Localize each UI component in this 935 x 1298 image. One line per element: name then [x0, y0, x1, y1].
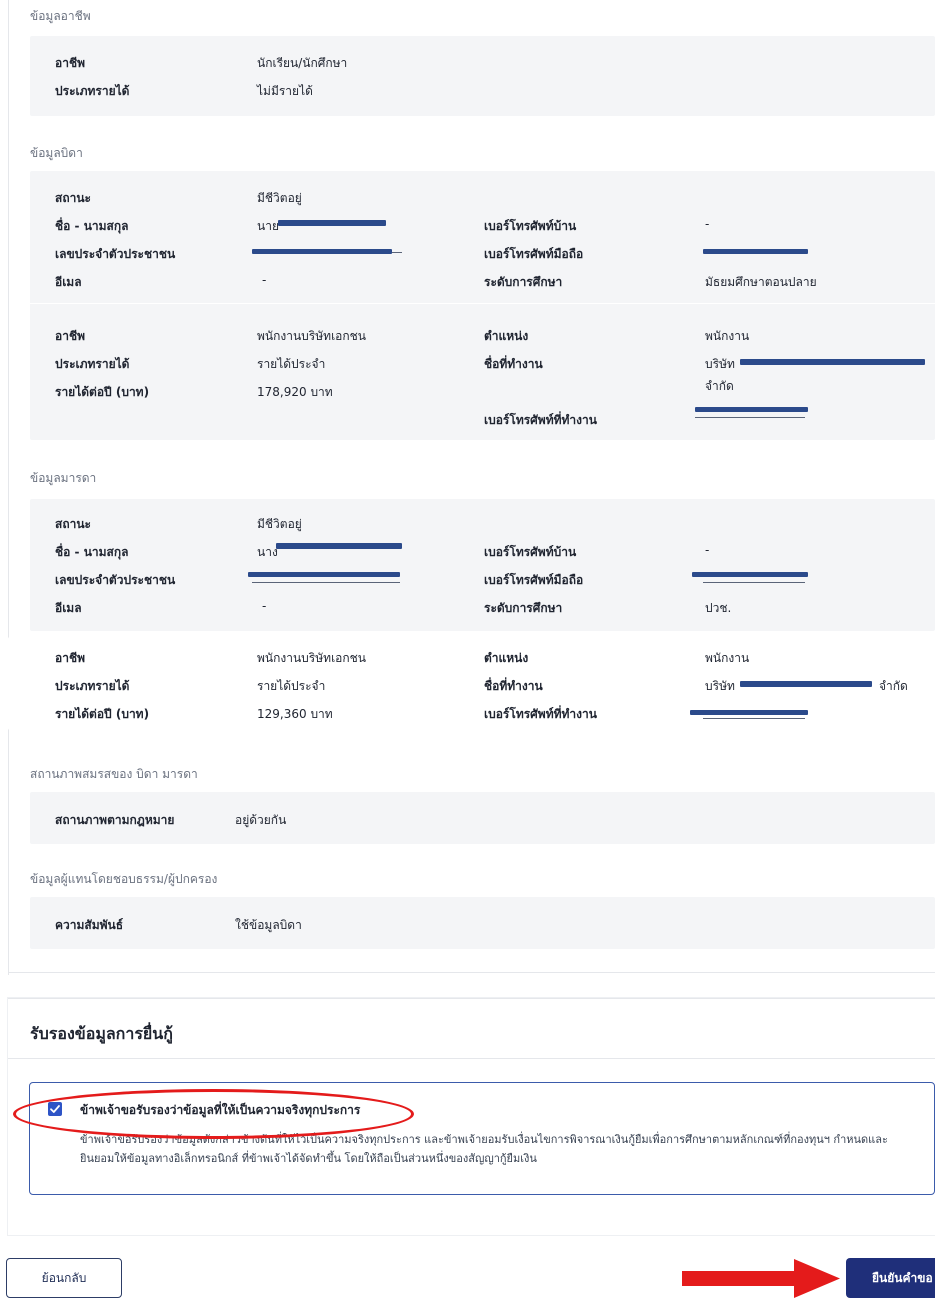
father-status-label: สถานะ: [55, 191, 91, 205]
annotation-red-ellipse: [13, 1089, 414, 1139]
mother-home-phone-value: -: [705, 543, 710, 557]
confirm-button[interactable]: ยืนยันคำขอ: [846, 1258, 935, 1298]
father-workplace-value: บริษัท: [705, 357, 735, 371]
father-mobile-label: เบอร์โทรศัพท์มือถือ: [484, 247, 584, 261]
mother-work-phone-label: เบอร์โทรศัพท์ที่ทำงาน: [484, 707, 597, 721]
mother-id-label: เลขประจำตัวประชาชน: [55, 573, 176, 587]
father-heading: ข้อมูลบิดา: [30, 146, 83, 160]
mother-workplace-value: บริษัท: [705, 679, 735, 693]
mother-mobile-redaction: [692, 572, 808, 577]
mother-heading: ข้อมูลมารดา: [30, 471, 97, 485]
father-name-value: นาย: [257, 219, 279, 233]
mother-workplace-label: ชื่อที่ทำงาน: [484, 679, 543, 693]
father-name-redaction: [278, 220, 386, 226]
mother-status-value: มีชีวิตอยู่: [257, 517, 302, 531]
mother-email-value: -: [262, 599, 267, 613]
mother-workplace-redaction: [740, 681, 872, 687]
mother-id-redaction: [248, 572, 400, 577]
father-annual-income-label: รายได้ต่อปี (บาท): [55, 385, 150, 399]
father-position-value: พนักงาน: [705, 329, 750, 343]
mother-annual-income-value: 129,360 บาท: [257, 707, 333, 721]
father-workplace-redaction: [740, 359, 925, 365]
mother-mobile-strike: [703, 582, 805, 583]
income-type-value: ไม่มีรายได้: [257, 84, 313, 98]
father-position-label: ตำแหน่ง: [484, 329, 529, 343]
mother-mobile-label: เบอร์โทรศัพท์มือถือ: [484, 573, 584, 587]
mother-box-top: [30, 499, 935, 631]
mother-occupation-value: พนักงานบริษัทเอกชน: [257, 651, 366, 665]
mother-annual-income-label: รายได้ต่อปี (บาท): [55, 707, 150, 721]
father-home-phone-value: -: [705, 217, 710, 231]
legal-status-label: สถานภาพตามกฎหมาย: [55, 813, 175, 827]
mother-income-type-label: ประเภทรายได้: [55, 679, 130, 693]
guardian-box: [30, 897, 935, 949]
mother-workplace-suffix: จำกัด: [879, 679, 908, 693]
guardian-heading: ข้อมูลผู้แทนโดยชอบธรรม/ผู้ปกครอง: [30, 872, 218, 886]
mother-education-value: ปวช.: [705, 601, 732, 615]
father-education-value: มัธยมศึกษาตอนปลาย: [705, 275, 817, 289]
father-work-phone-strike: [695, 417, 805, 418]
father-status-value: มีชีวิตอยู่: [257, 191, 302, 205]
income-type-label: ประเภทรายได้: [55, 84, 130, 98]
father-box: [30, 171, 935, 440]
mother-home-phone-label: เบอร์โทรศัพท์บ้าน: [484, 545, 577, 559]
father-email-label: อีเมล: [55, 275, 82, 289]
father-work-phone-label: เบอร์โทรศัพท์ที่ทำงาน: [484, 413, 597, 427]
father-id-redaction: [252, 249, 392, 254]
father-workplace-value-2: จำกัด: [705, 379, 734, 393]
mother-name-label: ชื่อ - นามสกุล: [55, 545, 129, 559]
certify-separator: [8, 1058, 935, 1059]
father-occupation-value: พนักงานบริษัทเอกชน: [257, 329, 366, 343]
father-workplace-label: ชื่อที่ทำงาน: [484, 357, 543, 371]
section-end-line: [8, 972, 935, 973]
mother-name-value: นาง: [257, 545, 278, 559]
father-mobile-redaction: [703, 249, 808, 254]
mother-name-redaction: [276, 543, 402, 549]
father-work-phone-redaction: [695, 407, 808, 412]
father-education-label: ระดับการศึกษา: [484, 275, 563, 289]
father-divider: [30, 303, 935, 304]
annotation-red-arrow: [682, 1259, 840, 1298]
occupation-label: อาชีพ: [55, 56, 85, 70]
marital-heading: สถานภาพสมรสของ บิดา มารดา: [30, 767, 198, 781]
father-occupation-label: อาชีพ: [55, 329, 85, 343]
relation-label: ความสัมพันธ์: [55, 918, 124, 932]
legal-status-value: อยู่ด้วยกัน: [235, 813, 287, 827]
father-income-type-label: ประเภทรายได้: [55, 357, 130, 371]
father-email-value: -: [262, 273, 267, 287]
occupation-value: นักเรียน/นักศึกษา: [257, 56, 348, 70]
mother-position-value: พนักงาน: [705, 651, 750, 665]
mother-position-label: ตำแหน่ง: [484, 651, 529, 665]
father-home-phone-label: เบอร์โทรศัพท์บ้าน: [484, 219, 577, 233]
content-left-border: [8, 0, 9, 975]
page: ข้อมูลอาชีพ อาชีพ นักเรียน/นักศึกษา ประเ…: [0, 0, 935, 1298]
mother-education-label: ระดับการศึกษา: [484, 601, 563, 615]
father-annual-income-value: 178,920 บาท: [257, 385, 333, 399]
father-name-label: ชื่อ - นามสกุล: [55, 219, 129, 233]
back-button[interactable]: ย้อนกลับ: [6, 1258, 122, 1298]
mother-id-strike: [252, 582, 400, 583]
father-id-label: เลขประจำตัวประชาชน: [55, 247, 176, 261]
mother-work-phone-strike: [703, 718, 805, 719]
occupation-heading: ข้อมูลอาชีพ: [30, 9, 91, 23]
mother-email-label: อีเมล: [55, 601, 82, 615]
mother-work-phone-redaction: [690, 710, 808, 715]
certify-title: รับรองข้อมูลการยื่นกู้: [30, 1024, 173, 1043]
father-income-type-value: รายได้ประจำ: [257, 357, 326, 371]
mother-occupation-label: อาชีพ: [55, 651, 85, 665]
occupation-box: [30, 36, 935, 116]
relation-value: ใช้ข้อมูลบิดา: [235, 918, 302, 932]
mother-status-label: สถานะ: [55, 517, 91, 531]
mother-income-type-value: รายได้ประจำ: [257, 679, 326, 693]
